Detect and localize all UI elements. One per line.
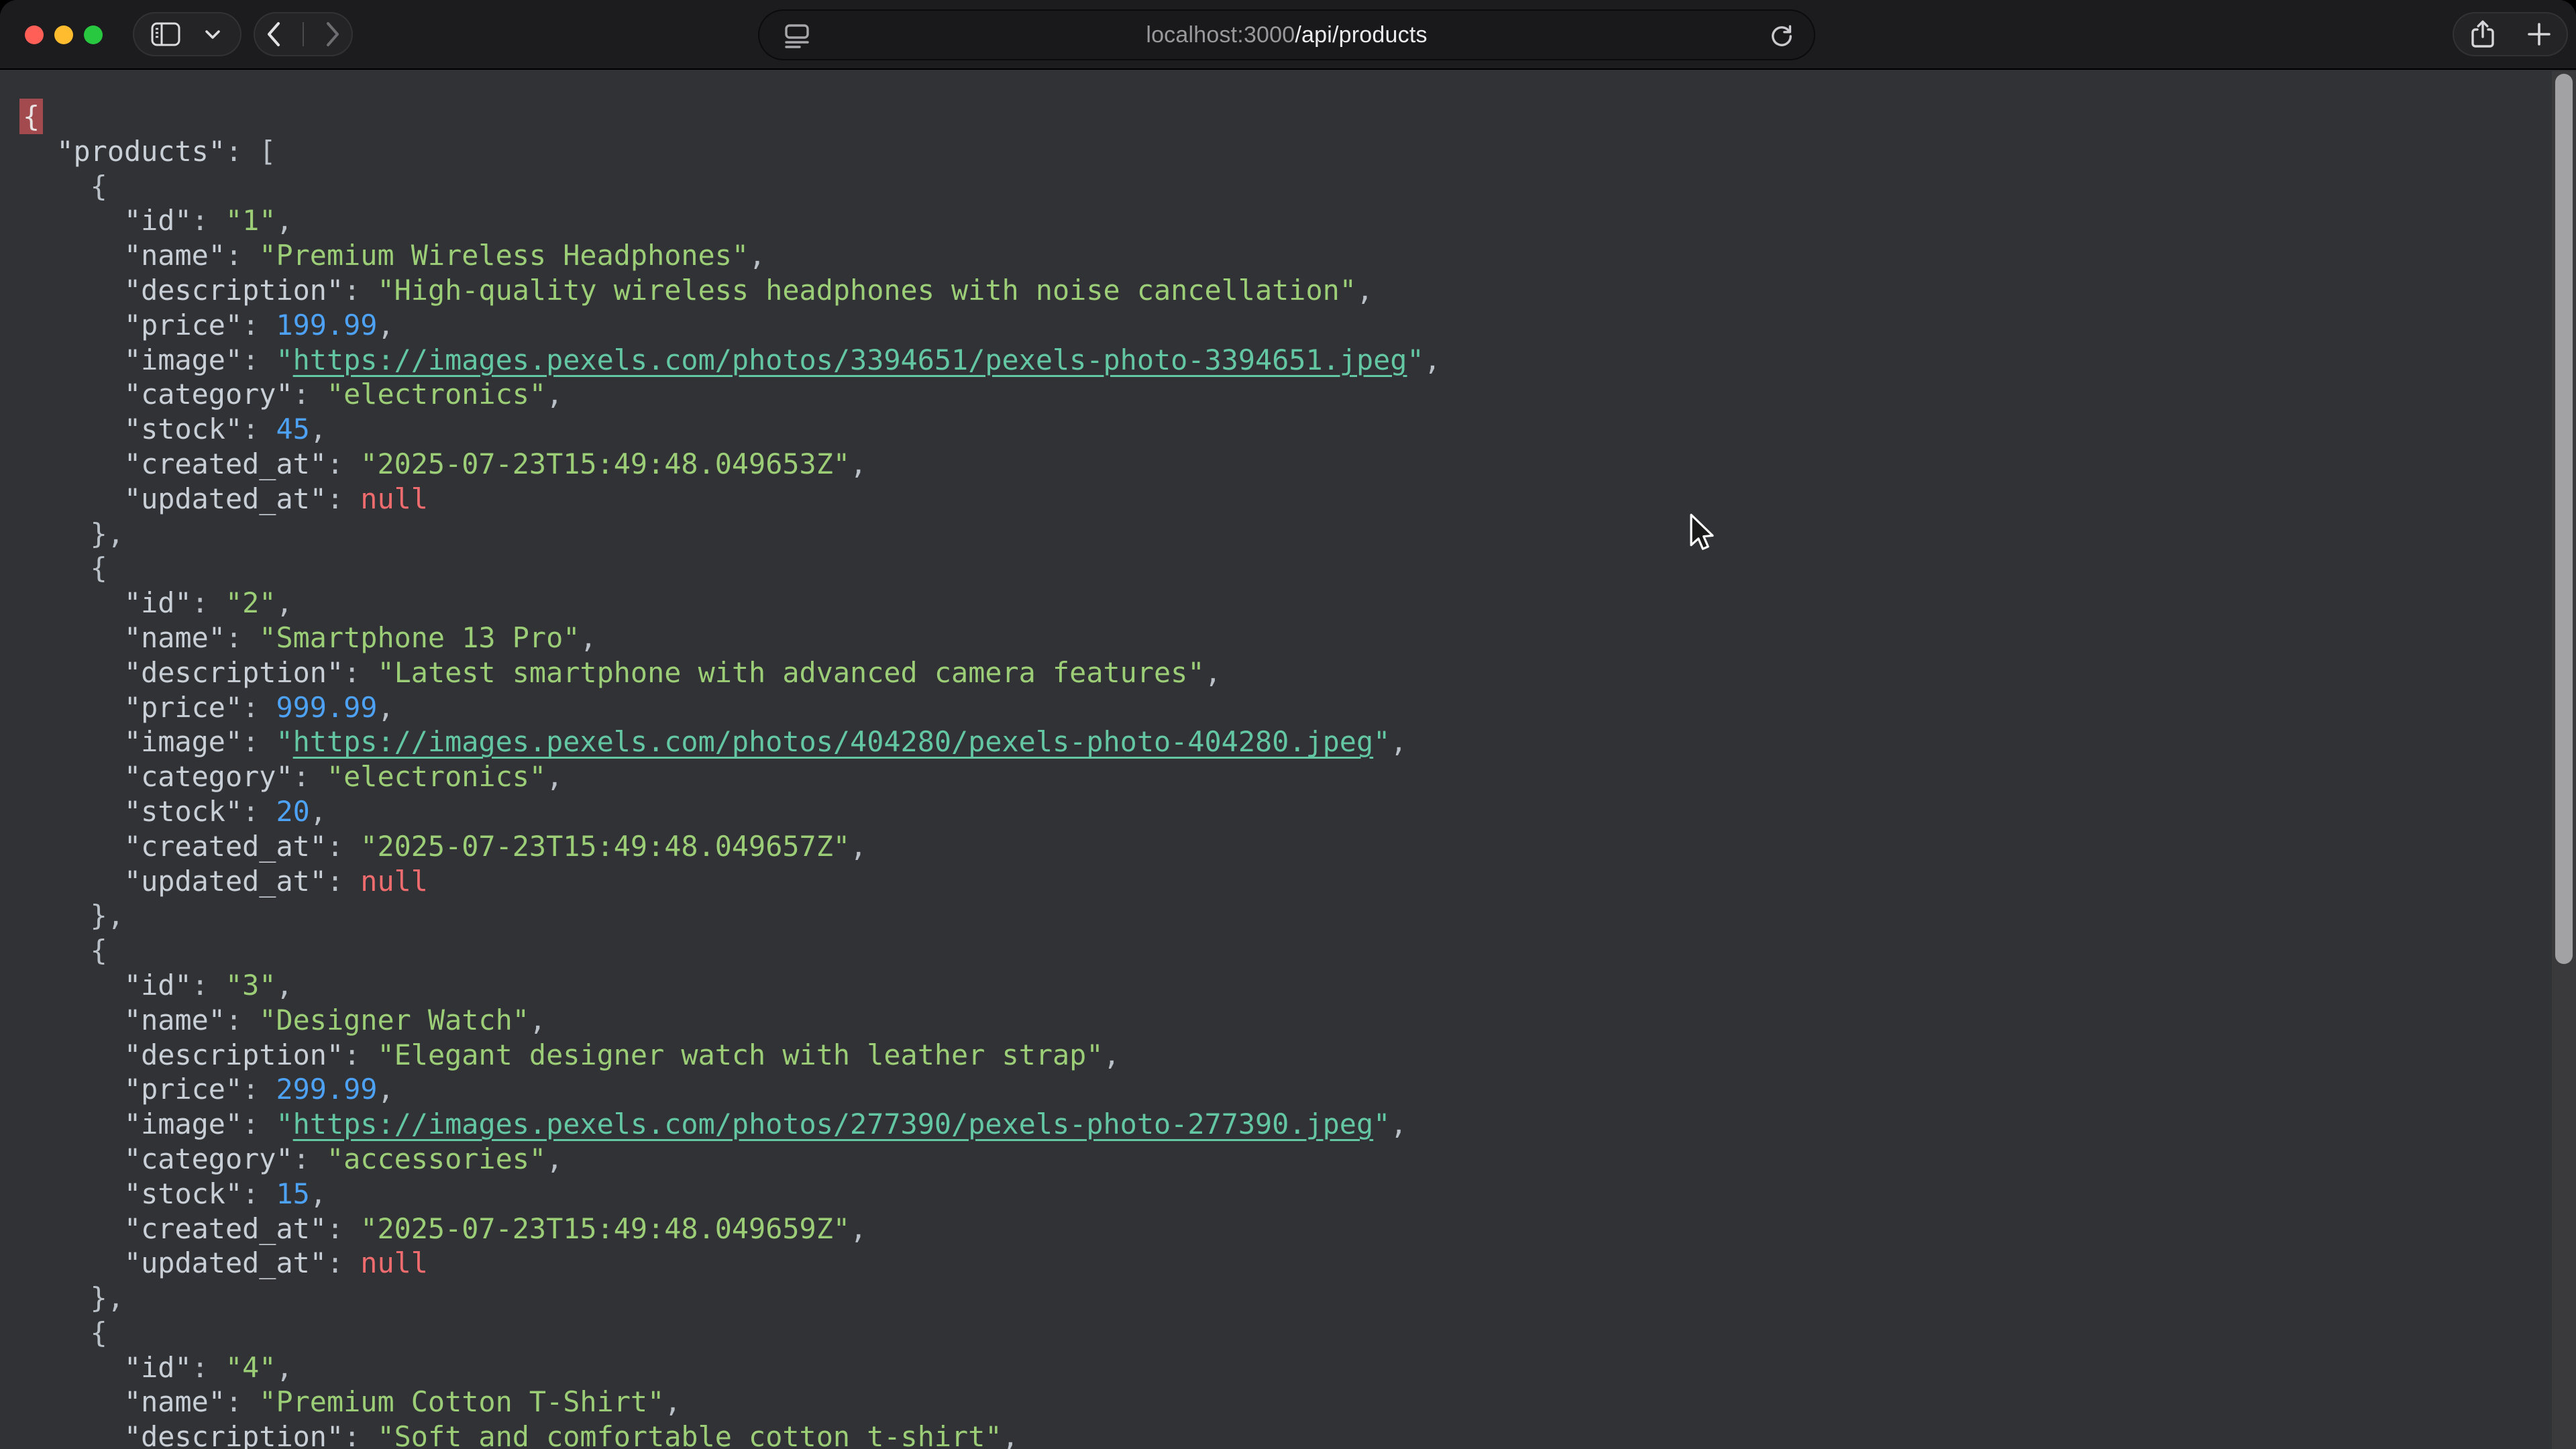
chevron-down-icon (203, 28, 223, 41)
json-line: }, (23, 898, 2576, 933)
browser-window: localhost:3000/api/products (0, 0, 2576, 1449)
reload-button[interactable] (1768, 23, 1795, 50)
json-line: { (23, 169, 2576, 204)
json-line: "name": "Smartphone 13 Pro", (23, 621, 2576, 655)
json-line: "description": "High-quality wireless he… (23, 273, 2576, 308)
forward-button[interactable] (324, 20, 341, 48)
page-preview-icon (782, 23, 812, 53)
traffic-light-close-button[interactable] (25, 25, 44, 44)
nav-divider (303, 22, 304, 46)
sidebar-toggle-button[interactable] (150, 21, 181, 48)
json-line: "image": "https://images.pexels.com/phot… (23, 1107, 2576, 1142)
reload-icon (1768, 23, 1795, 50)
json-line: { (23, 1316, 2576, 1350)
url-host: localhost:3000 (1146, 22, 1295, 48)
new-tab-plus-icon (2525, 20, 2553, 48)
json-line: "id": "1", (23, 203, 2576, 238)
url-field[interactable]: localhost:3000/api/products (758, 9, 1815, 60)
json-line: "name": "Designer Watch", (23, 1003, 2576, 1038)
json-content: { "products": [ { "id": "1", "name": "Pr… (0, 71, 2576, 1449)
json-line: "updated_at": null (23, 1246, 2576, 1281)
json-line: "id": "4", (23, 1350, 2576, 1385)
traffic-light-minimize-button[interactable] (54, 25, 73, 44)
json-line: { (23, 551, 2576, 586)
json-line: "description": "Elegant designer watch w… (23, 1038, 2576, 1073)
image-url-link[interactable]: https://images.pexels.com/photos/277390/… (293, 1108, 1374, 1140)
json-line: "description": "Soft and comfortable cot… (23, 1419, 2576, 1449)
sidebar-menu-chevron-button[interactable] (203, 28, 223, 41)
json-line: "stock": 20, (23, 794, 2576, 829)
json-line: "image": "https://images.pexels.com/phot… (23, 724, 2576, 759)
json-line: "stock": 45, (23, 412, 2576, 447)
json-line: "created_at": "2025-07-23T15:49:48.04965… (23, 1212, 2576, 1246)
json-line: "price": 999.99, (23, 690, 2576, 725)
toolbar-actions-group (2453, 12, 2568, 56)
json-line: "name": "Premium Wireless Headphones", (23, 238, 2576, 273)
share-button[interactable] (2468, 18, 2498, 50)
json-line: "stock": 15, (23, 1177, 2576, 1212)
json-line: "description": "Latest smartphone with a… (23, 655, 2576, 690)
image-url-link[interactable]: https://images.pexels.com/photos/3394651… (293, 343, 1407, 376)
json-line: "updated_at": null (23, 864, 2576, 899)
json-line: "category": "electronics", (23, 759, 2576, 794)
json-line: }, (23, 1281, 2576, 1316)
browser-toolbar: localhost:3000/api/products (0, 0, 2576, 70)
url-text: localhost:3000/api/products (759, 22, 1814, 48)
history-nav-group (254, 12, 353, 56)
json-line: "created_at": "2025-07-23T15:49:48.04965… (23, 829, 2576, 864)
traffic-light-zoom-button[interactable] (84, 25, 103, 44)
json-line: { (23, 99, 2576, 134)
content-area: { "products": [ { "id": "1", "name": "Pr… (0, 71, 2576, 1449)
json-line: "name": "Premium Cotton T-Shirt", (23, 1385, 2576, 1419)
json-line: "products": [ (23, 134, 2576, 169)
json-line: "price": 199.99, (23, 308, 2576, 343)
json-line: "category": "accessories", (23, 1142, 2576, 1177)
json-line: "category": "electronics", (23, 377, 2576, 412)
json-line: "price": 299.99, (23, 1072, 2576, 1107)
json-line: { (23, 933, 2576, 968)
back-chevron-icon (265, 20, 282, 48)
sidebar-icon (150, 21, 181, 48)
scrollbar-thumb[interactable] (2555, 74, 2573, 964)
new-tab-button[interactable] (2525, 20, 2553, 48)
json-line: "image": "https://images.pexels.com/phot… (23, 343, 2576, 378)
json-line: }, (23, 517, 2576, 551)
url-path: /api/products (1295, 22, 1427, 48)
image-url-link[interactable]: https://images.pexels.com/photos/404280/… (293, 725, 1374, 758)
json-line: "updated_at": null (23, 482, 2576, 517)
forward-chevron-icon (324, 20, 341, 48)
scrollbar-track[interactable] (2552, 71, 2576, 1449)
json-line: "created_at": "2025-07-23T15:49:48.04965… (23, 447, 2576, 482)
json-line: "id": "2", (23, 586, 2576, 621)
back-button[interactable] (265, 20, 282, 48)
share-icon (2468, 18, 2498, 50)
sidebar-toggle-group (133, 12, 241, 56)
json-line: "id": "3", (23, 968, 2576, 1003)
